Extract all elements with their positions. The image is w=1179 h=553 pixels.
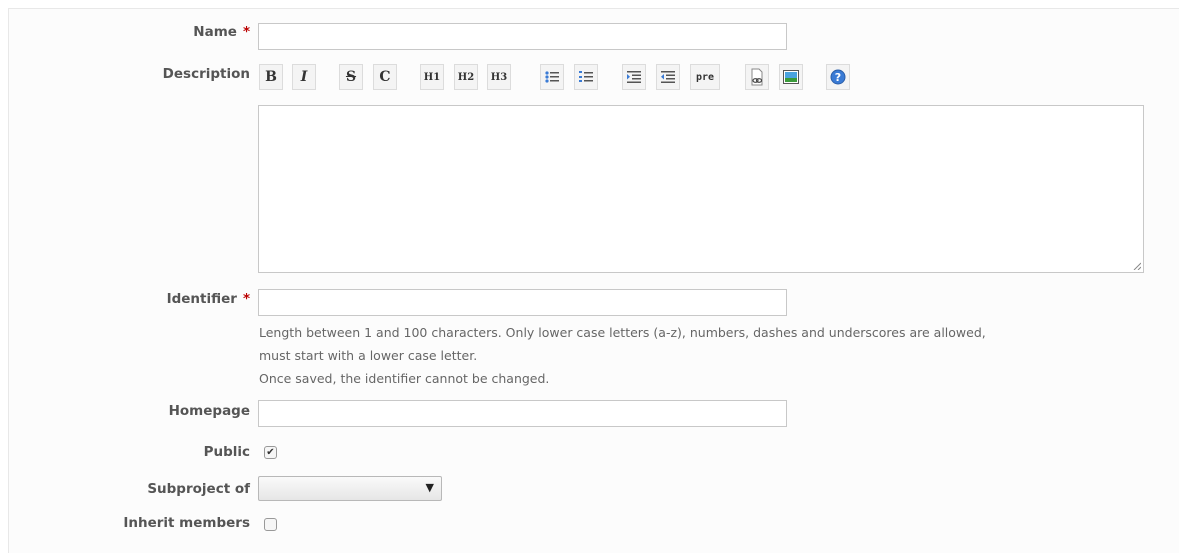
identifier-hint-3: Once saved, the identifier cannot be cha… — [259, 371, 550, 386]
dropdown-arrow-icon: ▼ — [425, 481, 434, 494]
inherit-members-label: Inherit members — [123, 515, 250, 531]
identifier-input[interactable] — [258, 289, 787, 316]
description-label: Description — [162, 66, 250, 82]
unordered-list-button[interactable] — [540, 64, 564, 90]
indent-button[interactable] — [622, 64, 646, 90]
required-mark: * — [242, 24, 250, 40]
heading1-button[interactable]: H1 — [420, 64, 444, 90]
bold-button[interactable]: B — [259, 64, 283, 90]
identifier-hint-2: must start with a lower case letter. — [259, 348, 478, 363]
name-input[interactable] — [258, 23, 787, 50]
link-icon — [751, 68, 763, 86]
public-checkbox[interactable]: ✔ — [264, 446, 277, 459]
svg-text:?: ? — [835, 71, 841, 84]
outdent-icon — [661, 71, 675, 83]
required-mark: * — [242, 291, 250, 307]
identifier-label: Identifier * — [166, 291, 250, 307]
ordered-list-icon — [579, 71, 593, 82]
identifier-hint-1: Length between 1 and 100 characters. Onl… — [259, 325, 986, 340]
image-button[interactable] — [779, 64, 803, 90]
indent-icon — [627, 71, 641, 83]
image-icon — [783, 70, 799, 84]
italic-button[interactable]: I — [292, 64, 316, 90]
subproject-select[interactable]: ▼ — [258, 476, 442, 501]
heading3-button[interactable]: H3 — [487, 64, 511, 90]
resize-handle-icon[interactable] — [1133, 262, 1141, 270]
inherit-members-checkbox[interactable] — [264, 518, 277, 531]
code-button[interactable]: C — [373, 64, 397, 90]
homepage-input[interactable] — [258, 400, 787, 427]
public-label: Public — [203, 444, 250, 460]
outdent-button[interactable] — [656, 64, 680, 90]
preformatted-button[interactable]: pre — [690, 64, 720, 90]
subproject-label: Subproject of — [147, 481, 250, 497]
homepage-label: Homepage — [168, 403, 250, 419]
ordered-list-button[interactable] — [574, 64, 598, 90]
unordered-list-icon — [545, 71, 559, 83]
help-button[interactable]: ? — [826, 64, 850, 90]
name-label: Name * — [193, 24, 250, 40]
help-icon: ? — [830, 69, 846, 85]
link-button[interactable] — [745, 64, 769, 90]
heading2-button[interactable]: H2 — [454, 64, 478, 90]
strikethrough-button[interactable]: S — [339, 64, 363, 90]
checkmark-icon: ✔ — [266, 447, 275, 458]
description-textarea[interactable] — [258, 105, 1144, 273]
